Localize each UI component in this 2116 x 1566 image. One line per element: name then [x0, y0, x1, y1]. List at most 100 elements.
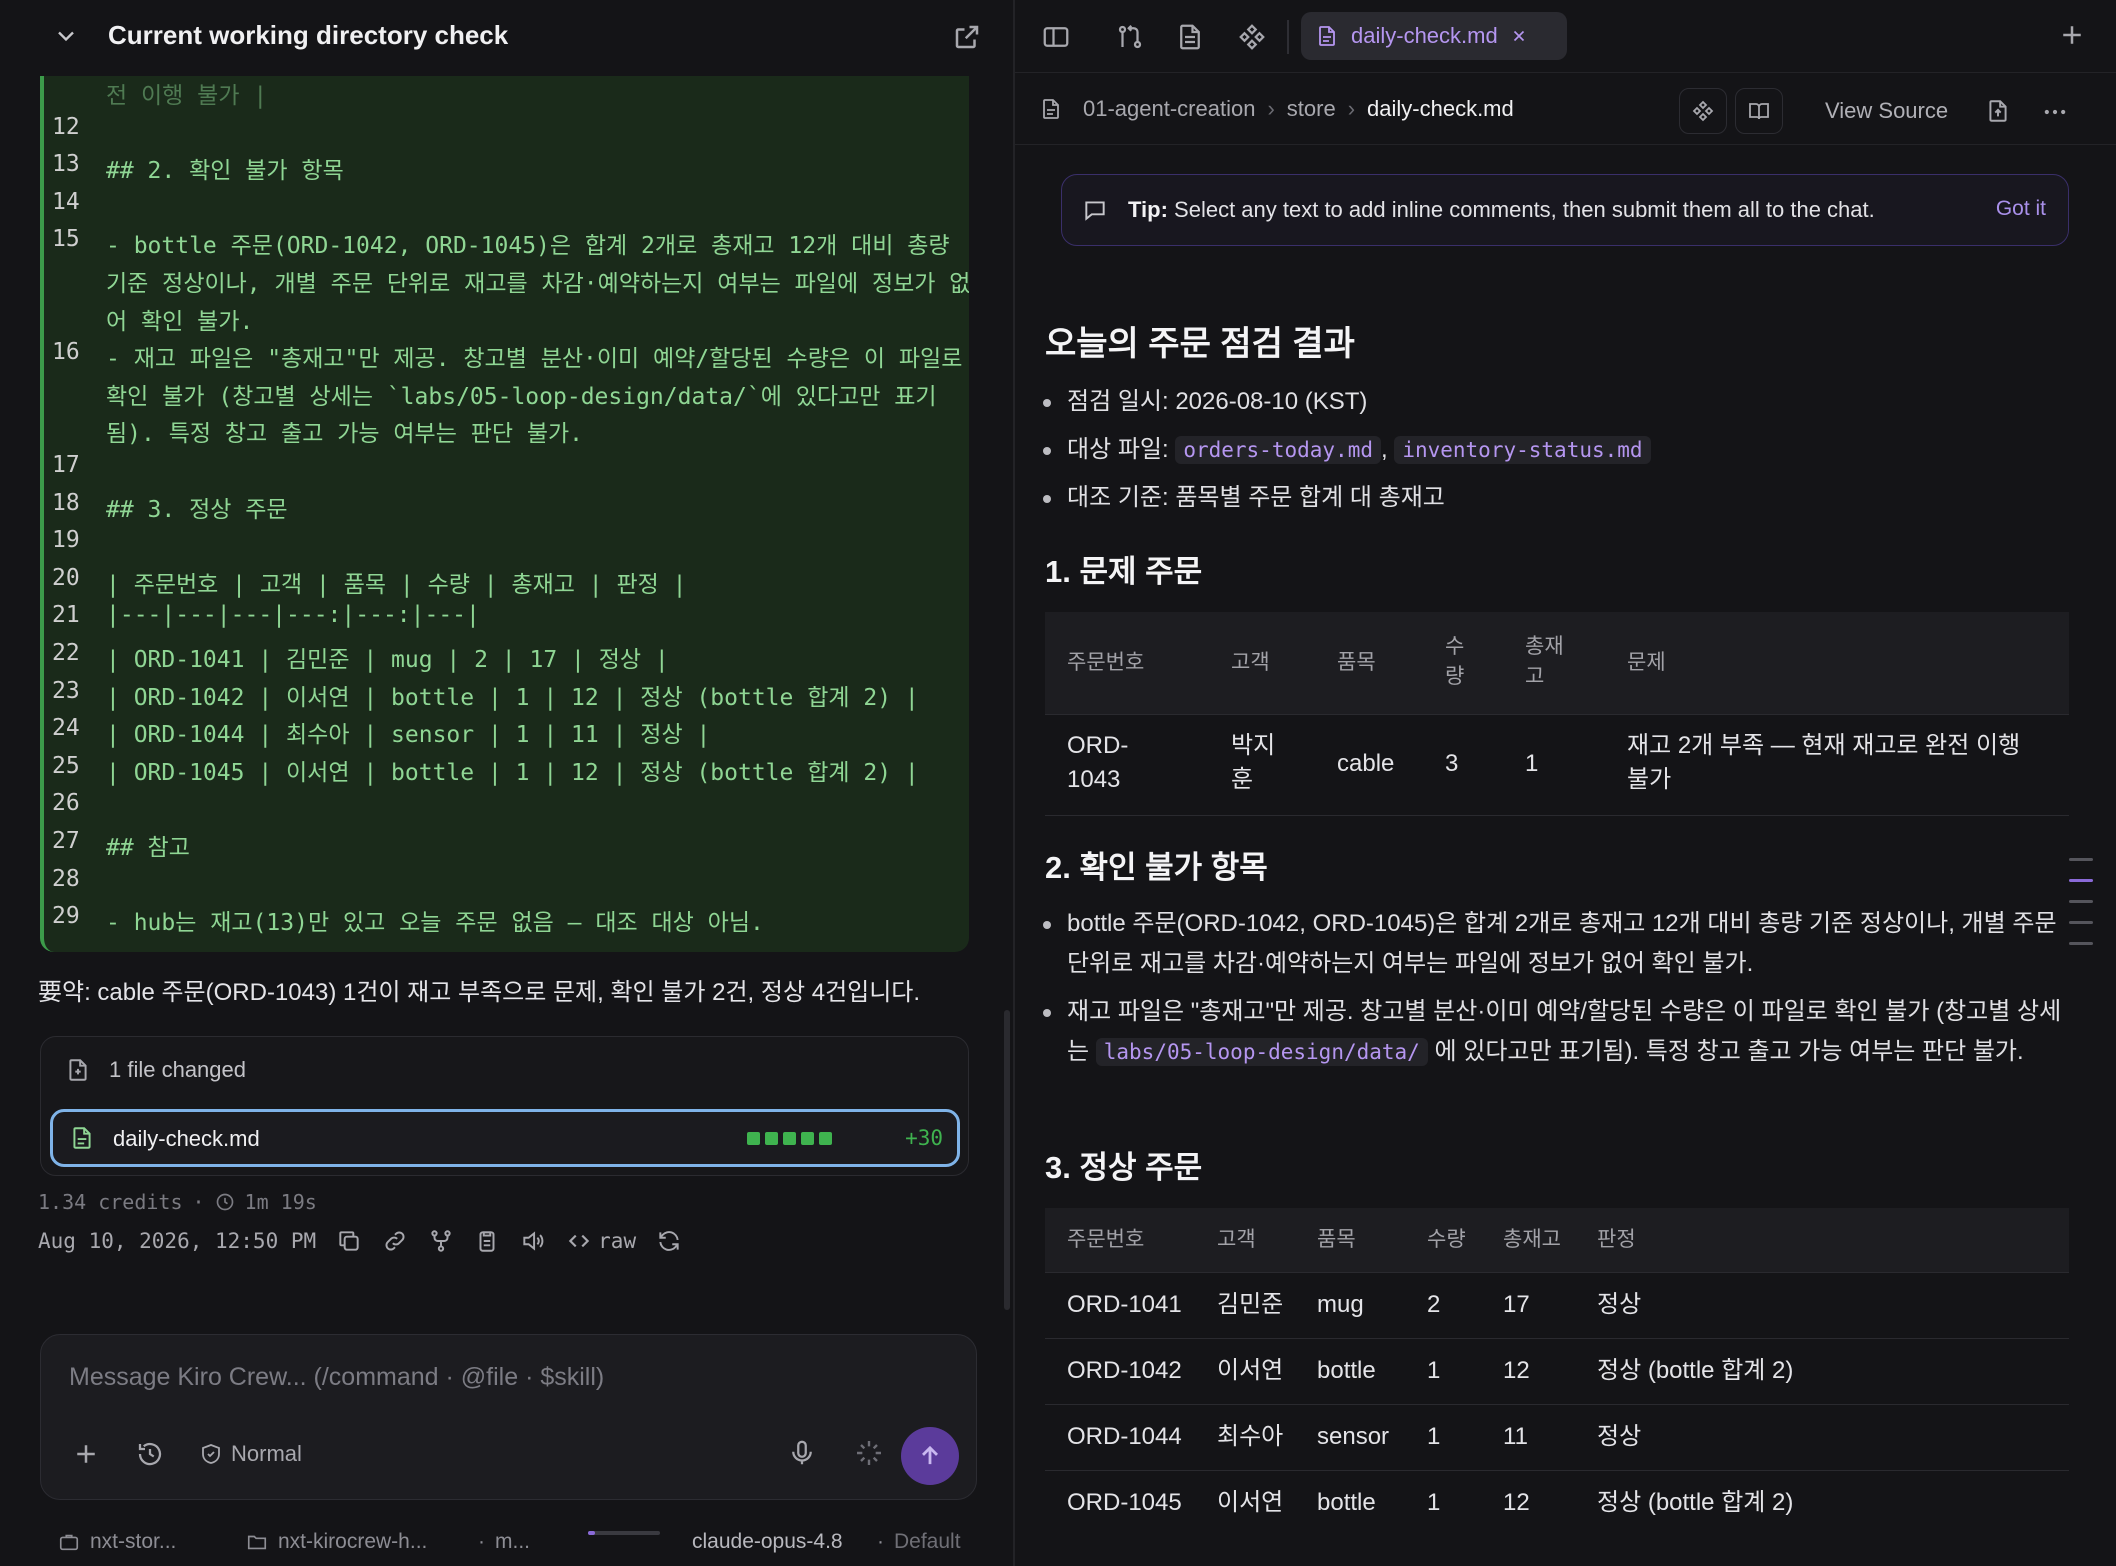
code-text: | ORD-1042 | 이서연 | bottle | 1 | 12 | 정상 … [106, 684, 919, 711]
more-icon[interactable] [2041, 98, 2069, 126]
code-text: - 재고 파일은 "총재고"만 제공. 창고별 분산·이미 예약/할당된 수량은… [106, 346, 963, 373]
raw-button[interactable]: raw [566, 1228, 636, 1254]
code-line: 21 |---|---|---|---:|---:|---| [44, 602, 969, 640]
code-text: | 주문번호 | 고객 | 품목 | 수량 | 총재고 | 판정 | [106, 571, 687, 598]
tip-banner: Tip: Select any text to add inline comme… [1061, 174, 2069, 246]
components-button[interactable] [1679, 88, 1727, 134]
section-heading-1: 1. 문제 주문 [1045, 554, 1203, 589]
outline-marker[interactable] [2069, 900, 2093, 903]
unverifiable-item: bottle 주문(ORD-1042, ORD-1045)은 합계 2개로 총재… [1043, 904, 2067, 984]
outline-minimap[interactable] [2069, 858, 2093, 963]
table-header: 주문번호 고객 품목 수 량 총재 고 문제 [1045, 612, 2069, 714]
clipboard-icon[interactable] [474, 1228, 500, 1254]
mode-selector[interactable]: Normal [199, 1441, 302, 1467]
tip-bold: Tip: [1128, 197, 1168, 222]
line-number: 17 [52, 452, 80, 478]
reader-mode-button[interactable] [1735, 88, 1783, 134]
code-line: 23 | ORD-1042 | 이서연 | bottle | 1 | 12 | 정… [44, 678, 969, 716]
branch-item[interactable]: · m... [478, 1530, 530, 1554]
view-source-button[interactable]: View Source [1825, 98, 1948, 124]
table-row: ORD-1041 김민준 mug 2 17 정상 [1045, 1272, 2069, 1338]
outline-marker[interactable] [2069, 858, 2093, 861]
code-line: 됨). 특정 창고 출고 가능 여부는 판단 불가. [44, 414, 969, 452]
code-line: 어 확인 불가. [44, 302, 969, 340]
components-icon[interactable] [1237, 22, 1267, 52]
profile-label: Default [894, 1530, 961, 1553]
table-cell: 박지 훈 [1231, 732, 1276, 793]
chevron-down-icon[interactable] [52, 22, 80, 50]
table-cell: 17 [1503, 1291, 1530, 1318]
profile-item[interactable]: · Default [877, 1530, 961, 1554]
branch-label: m... [495, 1530, 530, 1553]
table-header-cell: 주문번호 [1067, 651, 1145, 674]
code-line: 22 | ORD-1041 | 김민준 | mug | 2 | 17 | 정상 | [44, 640, 969, 678]
changed-file-name: daily-check.md [113, 1126, 260, 1151]
line-number: 18 [52, 489, 80, 516]
outline-marker[interactable] [2069, 921, 2093, 924]
refresh-icon[interactable] [656, 1228, 682, 1254]
model-item[interactable]: claude-opus-4.8 [692, 1530, 843, 1554]
open-external-icon[interactable] [952, 22, 982, 52]
tab-daily-check[interactable]: daily-check.md [1301, 12, 1567, 60]
code-line: 13 ## 2. 확인 불가 항목 [44, 151, 969, 189]
table-cell: 정상 (bottle 합계 2) [1597, 1489, 1794, 1516]
table-cell: 재고 2개 부족 — 현재 재고로 완전 이행 불가 [1627, 732, 2021, 793]
code-line: 12 [44, 114, 969, 152]
app-root: Current working directory check 전 이행 불가 … [0, 0, 2116, 1566]
line-number: 13 [52, 151, 80, 178]
code-line: 확인 불가 (창고별 상세는 `labs/05-loop-design/data… [44, 377, 969, 415]
workspace-item[interactable]: nxt-stor... [58, 1530, 176, 1554]
normal-orders-table: 주문번호 고객 품목 수량 총재고 판정 ORD-1041 김민준 mug 2 17 정상 ORD-10… [1045, 1208, 2069, 1538]
tab-label: daily-check.md [1351, 23, 1498, 48]
send-button[interactable] [901, 1427, 959, 1485]
line-number: 29 [52, 903, 80, 930]
code-text: | ORD-1044 | 최수아 | sensor | 1 | 11 | 정상 … [106, 722, 711, 749]
link-icon[interactable] [382, 1228, 408, 1254]
file-diff-icon [69, 1059, 87, 1081]
code-line: 26 [44, 790, 969, 828]
copy-icon[interactable] [336, 1228, 362, 1254]
microphone-icon[interactable] [787, 1437, 817, 1469]
code-text: ## 참고 [106, 835, 190, 861]
breadcrumb-item[interactable]: 01-agent-creation [1083, 96, 1255, 122]
outline-marker-active[interactable] [2069, 879, 2093, 882]
history-icon[interactable] [135, 1439, 165, 1469]
sidebar-toggle-icon[interactable] [1041, 22, 1071, 52]
close-icon[interactable] [1510, 27, 1528, 45]
add-icon[interactable] [71, 1439, 101, 1469]
export-icon[interactable] [1985, 98, 2011, 124]
code-text: 전 이행 불가 | [106, 83, 268, 109]
code-line: 15 - bottle 주문(ORD-1042, ORD-1045)은 합계 2개… [44, 226, 969, 264]
files-changed-card: 1 file changed daily-check.md +30 [40, 1036, 969, 1176]
fork-icon[interactable] [428, 1228, 454, 1254]
code-diff-view[interactable]: 전 이행 불가 | 12 13 ## 2. 확인 불가 항목 14 15 - bottle … [40, 76, 969, 952]
sparkle-icon[interactable] [853, 1437, 885, 1469]
table-cell: sensor [1317, 1423, 1390, 1450]
table-cell: ORD-1041 [1067, 1291, 1182, 1318]
folder-item[interactable]: nxt-kirocrew-h... [246, 1530, 427, 1554]
chat-scrollbar[interactable] [1004, 1010, 1010, 1310]
chat-pane: Current working directory check 전 이행 불가 … [0, 0, 1013, 1566]
code-line: 27 ## 참고 [44, 828, 969, 866]
table-cell: cable [1337, 750, 1395, 777]
composer-placeholder[interactable]: Message Kiro Crew... (/command · @file ·… [69, 1363, 604, 1392]
code-line: 전 이행 불가 | [44, 76, 969, 114]
code-text: | ORD-1045 | 이서연 | bottle | 1 | 12 | 정상 … [106, 759, 919, 786]
breadcrumb-item[interactable]: store [1287, 96, 1336, 122]
speaker-icon[interactable] [520, 1228, 546, 1254]
status-bar: nxt-stor... nxt-kirocrew-h... · m... cla… [0, 1518, 1013, 1566]
table-header-cell: 품목 [1317, 1228, 1356, 1251]
outline-marker[interactable] [2069, 942, 2093, 945]
doc-meta-files-prefix: 대상 파일: [1067, 436, 1176, 463]
table-cell: bottle [1317, 1357, 1376, 1384]
table-cell: ORD-1044 [1067, 1423, 1182, 1450]
code-line: 19 [44, 527, 969, 565]
document-icon[interactable] [1175, 22, 1205, 52]
section-heading-2: 2. 확인 불가 항목 [1045, 850, 1268, 885]
line-number: 21 [52, 602, 80, 629]
new-tab-icon[interactable] [2057, 20, 2087, 50]
message-composer[interactable]: Message Kiro Crew... (/command · @file ·… [40, 1334, 977, 1500]
git-compare-icon[interactable] [1115, 22, 1145, 52]
changed-file-row[interactable]: daily-check.md +30 [50, 1109, 960, 1167]
tip-dismiss-button[interactable]: Got it [1996, 197, 2046, 221]
